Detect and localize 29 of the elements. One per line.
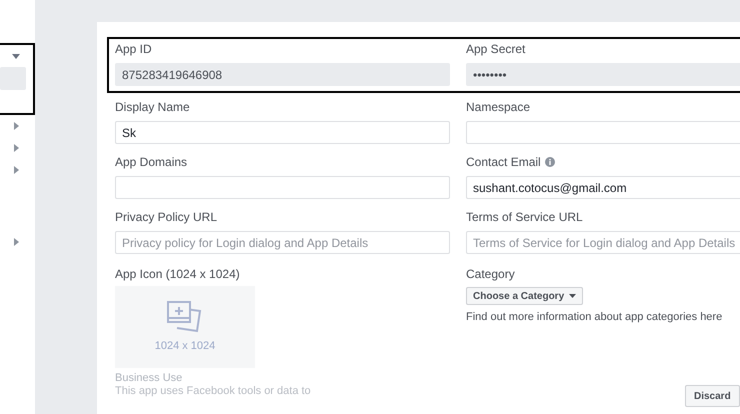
caret-right-icon[interactable]: [14, 166, 19, 174]
input-field[interactable]: Sk: [115, 121, 450, 144]
discard-button[interactable]: Discard: [685, 385, 740, 407]
field-label: App Domains: [115, 154, 188, 171]
section-title: Business Use: [115, 372, 184, 385]
field-label: Display Name: [115, 99, 190, 116]
icon-size-text: 1024 x 1024: [154, 338, 216, 354]
info-icon[interactable]: [544, 157, 555, 167]
caret-right-icon[interactable]: [14, 238, 19, 246]
input-field[interactable]: [466, 121, 740, 144]
caret-right-icon[interactable]: [14, 122, 19, 130]
input-field[interactable]: Terms of Service for Login dialog and App Details: [466, 231, 740, 254]
field-label: App ID: [115, 41, 152, 58]
field-label: Category: [466, 266, 515, 283]
help-text: Find out more information about app categories here: [466, 310, 722, 325]
field-label: Contact Email: [466, 154, 541, 171]
caret-down-icon[interactable]: [12, 54, 20, 58]
field-label: Namespace: [466, 99, 530, 116]
category-dropdown[interactable]: Choose a Category: [466, 287, 584, 305]
input-field[interactable]: sushant.cotocus@gmail.com: [466, 176, 740, 199]
caret-down-icon: [569, 294, 576, 298]
field-label: Terms of Service URL: [466, 209, 583, 226]
input-field[interactable]: [115, 176, 450, 199]
input-field[interactable]: Privacy policy for Login dialog and App Details: [115, 231, 450, 254]
section-text: This app uses Facebook tools or data to: [115, 385, 312, 398]
field-label: App Icon (1024 x 1024): [115, 266, 241, 283]
caret-right-icon[interactable]: [14, 144, 19, 152]
field-label: Privacy Policy URL: [115, 209, 218, 226]
field-label: App Secret: [466, 41, 526, 58]
